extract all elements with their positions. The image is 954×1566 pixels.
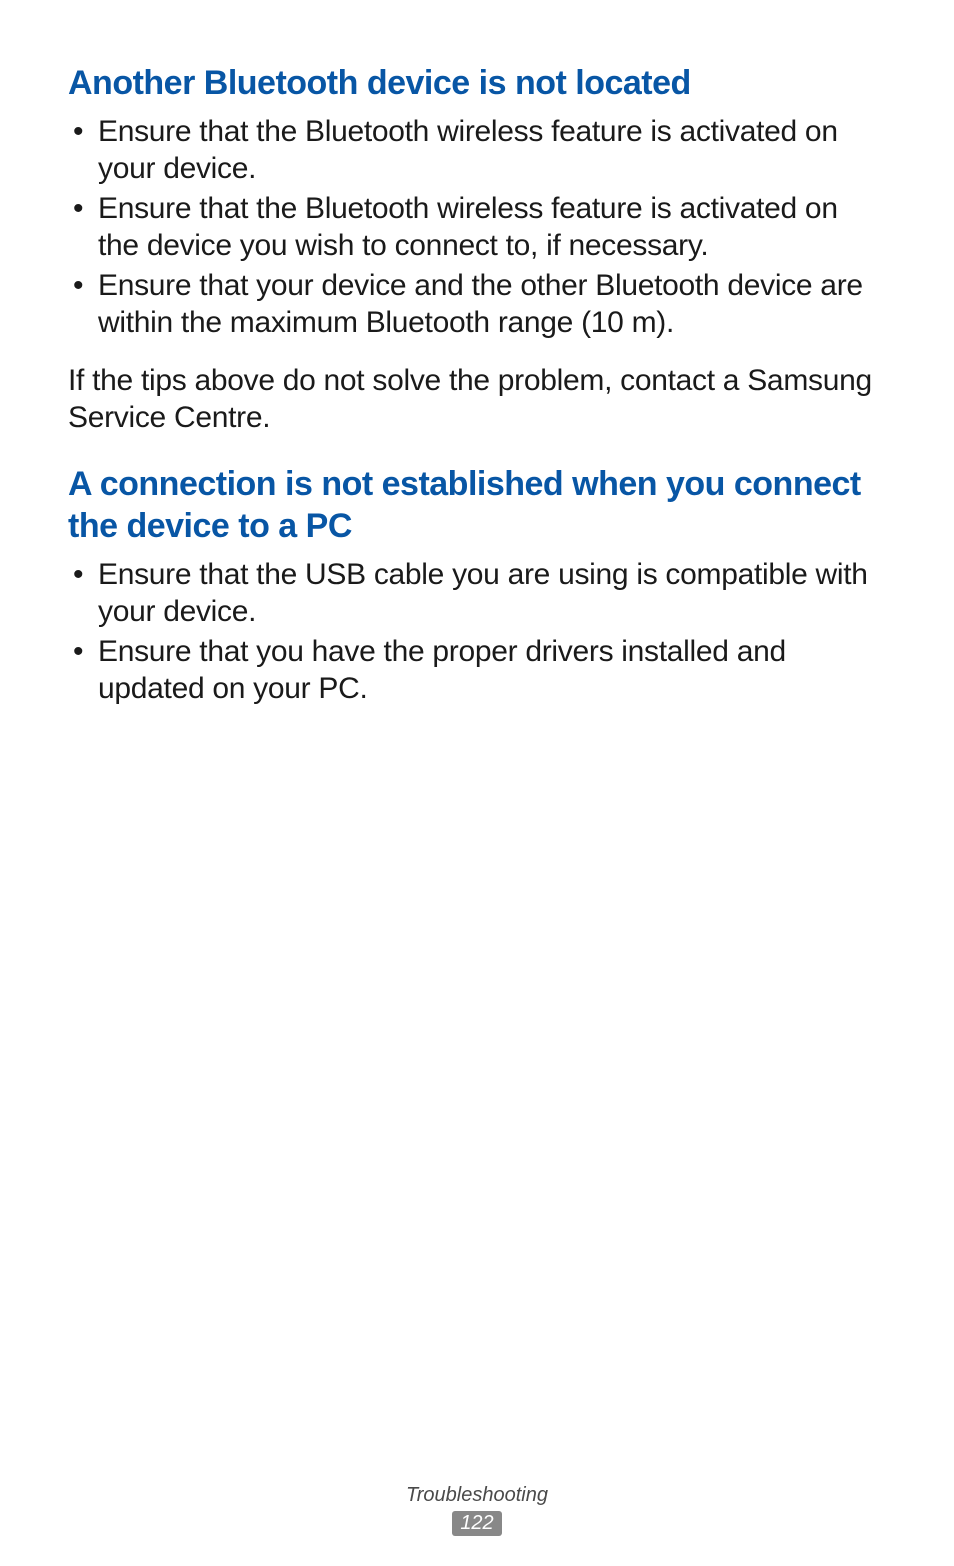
list-item: Ensure that you have the proper drivers … xyxy=(68,633,886,708)
list-item: Ensure that your device and the other Bl… xyxy=(68,267,886,342)
list-item: Ensure that the Bluetooth wireless featu… xyxy=(68,190,886,265)
page-footer: Troubleshooting 122 xyxy=(0,1484,954,1536)
paragraph-bluetooth: If the tips above do not solve the probl… xyxy=(68,362,886,437)
list-item: Ensure that the USB cable you are using … xyxy=(68,556,886,631)
section-bluetooth: Another Bluetooth device is not located … xyxy=(68,62,886,437)
section-pc-connection: A connection is not established when you… xyxy=(68,463,886,708)
footer-section-name: Troubleshooting xyxy=(0,1484,954,1507)
list-item: Ensure that the Bluetooth wireless featu… xyxy=(68,113,886,188)
heading-pc-connection: A connection is not established when you… xyxy=(68,463,886,548)
bullet-list-pc: Ensure that the USB cable you are using … xyxy=(68,556,886,708)
page-number: 122 xyxy=(452,1511,501,1536)
heading-bluetooth: Another Bluetooth device is not located xyxy=(68,62,886,105)
bullet-list-bluetooth: Ensure that the Bluetooth wireless featu… xyxy=(68,113,886,342)
